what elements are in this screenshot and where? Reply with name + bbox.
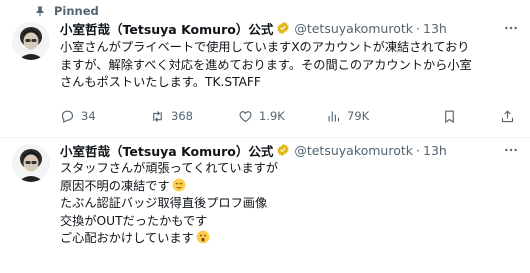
- tweet-line: さんもポストいたします。TK.STAFF: [60, 75, 261, 89]
- verified-badge-icon[interactable]: [276, 143, 290, 157]
- bookmark-button[interactable]: [442, 109, 457, 124]
- tweet-line: スタッフさんが頑張ってくれていますが: [60, 161, 279, 175]
- tweet-line: 原因不明の凍結です: [60, 178, 522, 196]
- views-button[interactable]: 79K: [326, 109, 369, 124]
- author-handle[interactable]: @tetsuyakomurotk: [294, 21, 413, 36]
- bookmark-icon: [445, 110, 454, 123]
- tweet-header: 小室哲哉（Tetsuya Komuro）公式 @tetsuyakomurotk …: [60, 140, 522, 160]
- author-handle[interactable]: @tetsuyakomurotk: [294, 143, 413, 158]
- tweet-line: 小室さんがプライベートで使用していますXのアカウントが凍結されており: [60, 40, 470, 54]
- avatar-image: [12, 22, 50, 60]
- tweet-line-text: 原因不明の凍結です: [60, 178, 170, 193]
- separator-dot: ·: [416, 142, 420, 158]
- tweet[interactable]: 小室哲哉（Tetsuya Komuro）公式 @tetsuyakomurotk …: [0, 140, 530, 273]
- views-icon: [328, 111, 340, 121]
- repost-button[interactable]: 368: [150, 109, 193, 124]
- tweet-line-text: ご心配おかけしています: [60, 231, 194, 245]
- author-name[interactable]: 小室哲哉（Tetsuya Komuro）公式: [60, 19, 273, 38]
- separator-dot: ·: [416, 20, 420, 36]
- verified-badge-icon[interactable]: [276, 21, 290, 35]
- pinned-label: Pinned: [54, 4, 99, 18]
- tweet-text: 小室さんがプライベートで使用していますXのアカウントが凍結されており ますが、解…: [60, 39, 522, 92]
- repost-count: 368: [171, 109, 193, 123]
- tweet-line: ますが、解除すべく対応を進めております。その間このアカウントから小室: [60, 57, 472, 72]
- reply-button[interactable]: 34: [60, 109, 96, 124]
- pinned-indicator: Pinned: [34, 3, 99, 19]
- tweet-actions: 34 368 1.9K 79K: [60, 106, 522, 126]
- share-button[interactable]: [500, 109, 515, 124]
- more-icon: [505, 148, 517, 152]
- more-icon: [505, 26, 517, 30]
- tweet-line: たぶん認証バッジ取得直後プロフ画像: [60, 196, 268, 210]
- reply-icon: [61, 110, 74, 123]
- share-icon: [501, 109, 514, 122]
- repost-icon: [153, 110, 162, 122]
- like-count: 1.9K: [259, 109, 285, 123]
- avatar[interactable]: [12, 144, 50, 182]
- tweet-text: スタッフさんが頑張ってくれていますが 原因不明の凍結です たぶん認証バッジ取得直…: [60, 160, 522, 248]
- relieved-face-emoji: [172, 178, 186, 191]
- timestamp[interactable]: 13h: [423, 143, 447, 158]
- tweet-divider: [0, 137, 530, 138]
- pin-icon: [36, 6, 44, 17]
- tweet-pinned[interactable]: 小室哲哉（Tetsuya Komuro）公式 @tetsuyakomurotk …: [0, 18, 530, 136]
- views-count: 79K: [347, 109, 370, 123]
- hushed-face-emoji: [196, 230, 210, 244]
- like-button[interactable]: 1.9K: [238, 109, 285, 124]
- reply-count: 34: [81, 109, 96, 123]
- tweet-line: ご心配おかけしています: [60, 230, 522, 248]
- tweet-header: 小室哲哉（Tetsuya Komuro）公式 @tetsuyakomurotk …: [60, 18, 522, 38]
- like-icon: [239, 110, 252, 122]
- author-name[interactable]: 小室哲哉（Tetsuya Komuro）公式: [60, 141, 273, 160]
- avatar-image: [12, 144, 50, 182]
- avatar[interactable]: [12, 22, 50, 60]
- more-options-button[interactable]: [502, 20, 520, 36]
- timestamp[interactable]: 13h: [423, 21, 447, 36]
- tweet-line: 交換がOUTだったかもです: [60, 213, 208, 228]
- more-options-button[interactable]: [502, 142, 520, 158]
